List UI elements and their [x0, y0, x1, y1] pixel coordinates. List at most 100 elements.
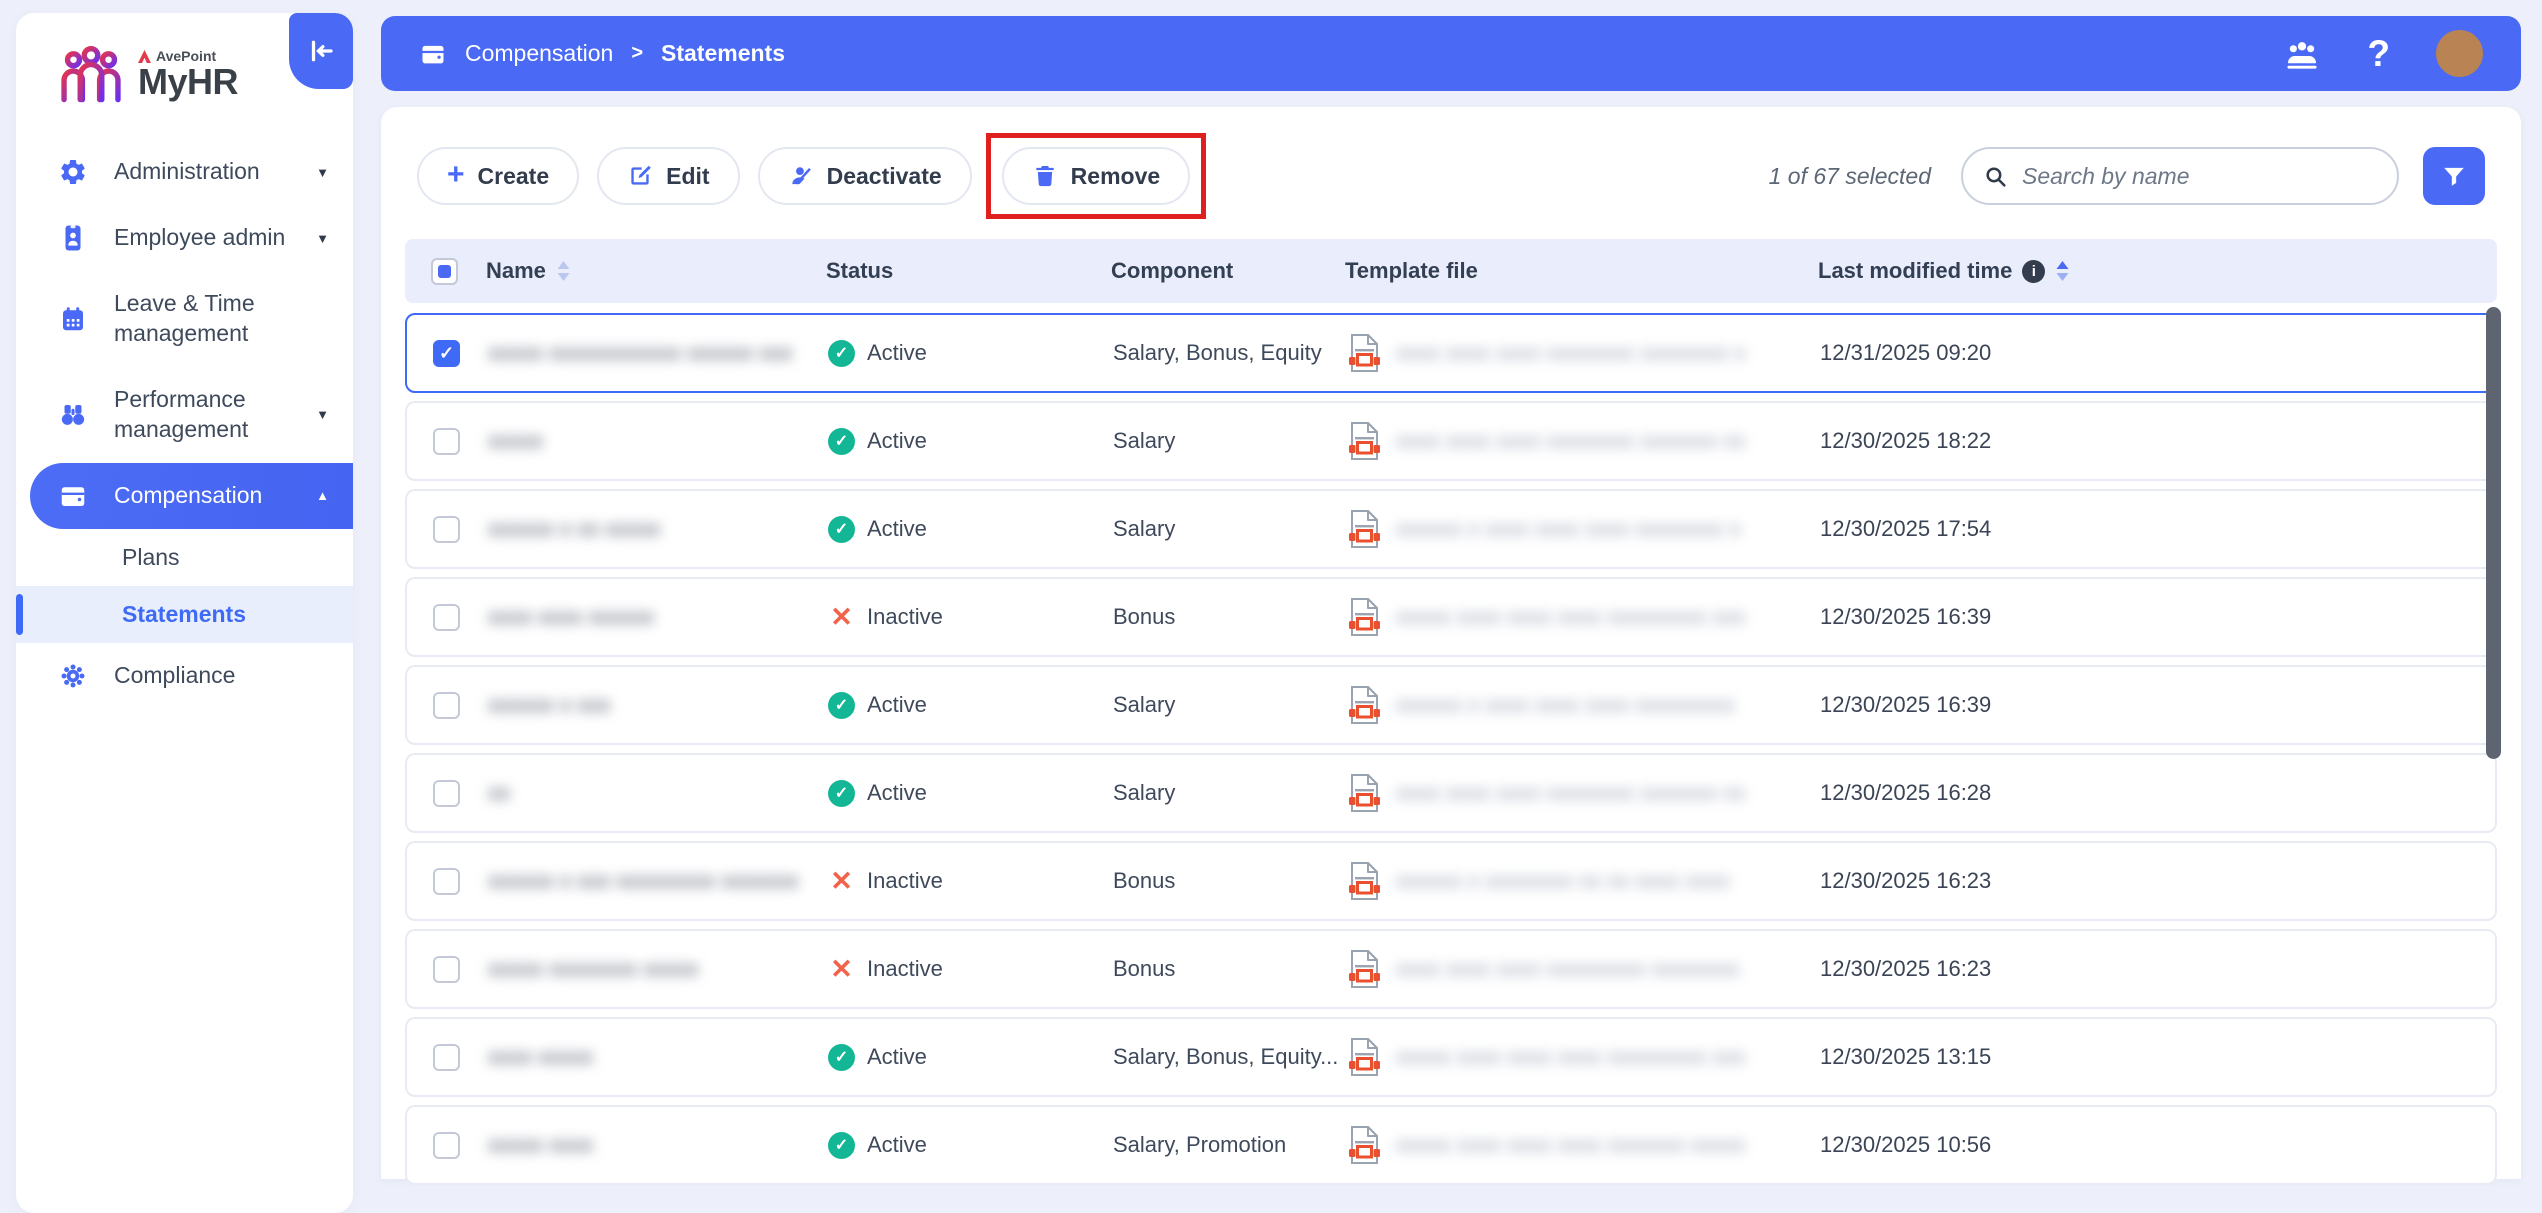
status-badge: ✓ Active: [828, 780, 1113, 807]
template-file-name-redacted: xxxxxx x xxxxxxxx xx xx xxxx xxxx: [1396, 868, 1730, 894]
table-row[interactable]: xxxxxx x xxx ✓ Active Salary xxxxxx x xx…: [405, 665, 2497, 745]
sidebar-item-compensation[interactable]: Compensation ▲: [30, 463, 353, 529]
row-checkbox[interactable]: [433, 604, 460, 631]
row-checkbox[interactable]: [433, 780, 460, 807]
statement-name-redacted: xxxx xxxxx: [488, 1044, 593, 1069]
status-icon: ✕: [828, 604, 855, 631]
row-checkbox[interactable]: [433, 1132, 460, 1159]
trash-icon: [1032, 163, 1058, 189]
table-row[interactable]: xxxxx ✓ Active Salary xxxx xxxx xxxx xxx…: [405, 401, 2497, 481]
statement-name-redacted: xx: [488, 780, 510, 805]
component-cell: Salary: [1113, 780, 1347, 806]
status-label: Inactive: [867, 868, 943, 894]
sidebar-subitem-statements[interactable]: Statements: [16, 586, 353, 643]
group-icon[interactable]: [2283, 37, 2321, 71]
status-icon: ✓: [828, 428, 855, 455]
edit-button[interactable]: Edit: [597, 147, 739, 205]
column-header-last-modified[interactable]: Last modified time i: [1818, 258, 2497, 284]
chevron-down-icon: ▼: [316, 231, 329, 246]
info-icon[interactable]: i: [2022, 260, 2045, 283]
sidebar-item-administration[interactable]: Administration ▼: [16, 139, 353, 205]
table-row[interactable]: xxxxx xxxxxxxx xxxxx ✕ Inactive Bonus xx…: [405, 929, 2497, 1009]
last-modified-cell: 12/30/2025 18:22: [1820, 428, 2495, 454]
sidebar-item-performance[interactable]: Performance management ▼: [16, 367, 353, 463]
sidebar: AvePoint MyHR Administration ▼: [16, 13, 353, 1213]
sidebar-subitem-plans[interactable]: Plans: [16, 529, 353, 586]
component-cell: Bonus: [1113, 868, 1347, 894]
statement-name-redacted: xxxxx xxxxxxxxxxxx xxxxxx xxx: [488, 340, 792, 365]
template-file-name-redacted: xxxx xxxx xxxx xxxxxxxx xxxxxxxx x: [1396, 340, 1746, 366]
select-all-checkbox[interactable]: [431, 258, 458, 285]
compliance-gear-icon: [58, 661, 88, 691]
status-badge: ✓ Active: [828, 340, 1113, 367]
status-icon: ✓: [828, 1044, 855, 1071]
sidebar-item-leave-time[interactable]: Leave & Time management: [16, 271, 353, 367]
template-file-cell: xxxxx xxxx xxxx xxxx xxxxxxxxx xxx: [1347, 1037, 1820, 1077]
component-cell: Salary: [1113, 692, 1347, 718]
component-cell: Salary: [1113, 516, 1347, 542]
filter-button[interactable]: [2423, 147, 2485, 205]
status-badge: ✓ Active: [828, 428, 1113, 455]
table-row[interactable]: xx ✓ Active Salary xxxx xxxx xxxx xxxxxx…: [405, 753, 2497, 833]
template-file-name-redacted: xxxxxx x xxxx xxxx xxxx xxxxxxxxx: [1396, 692, 1735, 718]
breadcrumb-page: Statements: [661, 40, 785, 67]
selection-count: 1 of 67 selected: [1769, 163, 1931, 190]
row-checkbox[interactable]: [433, 428, 460, 455]
template-file-icon: [1347, 509, 1381, 549]
table-row[interactable]: xxxx xxxx xxxxxx ✕ Inactive Bonus xxxxx …: [405, 577, 2497, 657]
deactivate-button[interactable]: Deactivate: [758, 147, 972, 205]
row-checkbox[interactable]: [433, 868, 460, 895]
last-modified-cell: 12/30/2025 16:39: [1820, 604, 2495, 630]
column-header-template-file: Template file: [1345, 258, 1818, 284]
row-checkbox[interactable]: [433, 1044, 460, 1071]
template-file-icon: [1347, 773, 1381, 813]
sort-icon: [556, 260, 571, 282]
component-cell: Salary, Bonus, Equity...: [1113, 1044, 1347, 1070]
status-badge: ✓ Active: [828, 1044, 1113, 1071]
table-body: ✓ xxxxx xxxxxxxxxxxx xxxxxx xxx ✓ Active…: [405, 313, 2497, 1185]
template-file-cell: xxxxxx x xxxx xxxx xxxx xxxxxxxx x: [1347, 509, 1820, 549]
status-icon: ✓: [828, 340, 855, 367]
search-icon: [1983, 164, 2008, 189]
avatar[interactable]: [2436, 30, 2483, 77]
remove-button[interactable]: Remove: [1002, 147, 1190, 205]
table-row[interactable]: xxxxx xxxx ✓ Active Salary, Promotion xx…: [405, 1105, 2497, 1185]
vertical-scrollbar-thumb[interactable]: [2486, 307, 2501, 759]
statement-name-redacted: xxxx xxxx xxxxxx: [488, 604, 654, 629]
status-label: Active: [867, 1044, 927, 1070]
help-icon[interactable]: ?: [2367, 35, 2390, 72]
toolbar: + Create Edit Deactivate: [405, 147, 2497, 205]
create-button[interactable]: + Create: [417, 147, 579, 205]
chevron-down-icon: ▼: [316, 407, 329, 422]
status-badge: ✕ Inactive: [828, 604, 1113, 631]
table-row[interactable]: ✓ xxxxx xxxxxxxxxxxx xxxxxx xxx ✓ Active…: [405, 313, 2497, 393]
column-header-name[interactable]: Name: [486, 258, 826, 284]
sidebar-item-employee-admin[interactable]: Employee admin ▼: [16, 205, 353, 271]
row-checkbox[interactable]: ✓: [433, 340, 460, 367]
row-checkbox[interactable]: [433, 516, 460, 543]
top-header-bar: Compensation > Statements ?: [381, 16, 2521, 91]
status-icon: ✕: [828, 868, 855, 895]
status-label: Active: [867, 340, 927, 366]
row-checkbox[interactable]: [433, 956, 460, 983]
template-file-icon: [1347, 597, 1381, 637]
sidebar-item-compliance[interactable]: Compliance: [16, 643, 353, 709]
search-input[interactable]: [2020, 162, 2377, 191]
status-badge: ✕ Inactive: [828, 868, 1113, 895]
template-file-name-redacted: xxxxx xxxx xxxx xxxx xxxxxxxxx xxx: [1396, 1044, 1746, 1070]
sidebar-collapse-button[interactable]: [289, 13, 353, 89]
row-checkbox[interactable]: [433, 692, 460, 719]
status-icon: ✓: [828, 516, 855, 543]
breadcrumb-section[interactable]: Compensation: [465, 40, 613, 67]
funnel-icon: [2441, 163, 2467, 189]
table-row[interactable]: xxxxxx x xxx xxxxxxxxx xxxxxxx ✕ Inactiv…: [405, 841, 2497, 921]
column-header-status: Status: [826, 258, 1111, 284]
table-row[interactable]: xxxxxx x xx xxxxx ✓ Active Salary xxxxxx…: [405, 489, 2497, 569]
status-label: Active: [867, 692, 927, 718]
template-file-icon: [1347, 1125, 1381, 1165]
template-file-icon: [1347, 1037, 1381, 1077]
status-icon: ✓: [828, 692, 855, 719]
template-file-name-redacted: xxxxxx x xxxx xxxx xxxx xxxxxxxx x: [1396, 516, 1741, 542]
last-modified-cell: 12/30/2025 16:23: [1820, 868, 2495, 894]
table-row[interactable]: xxxx xxxxx ✓ Active Salary, Bonus, Equit…: [405, 1017, 2497, 1097]
